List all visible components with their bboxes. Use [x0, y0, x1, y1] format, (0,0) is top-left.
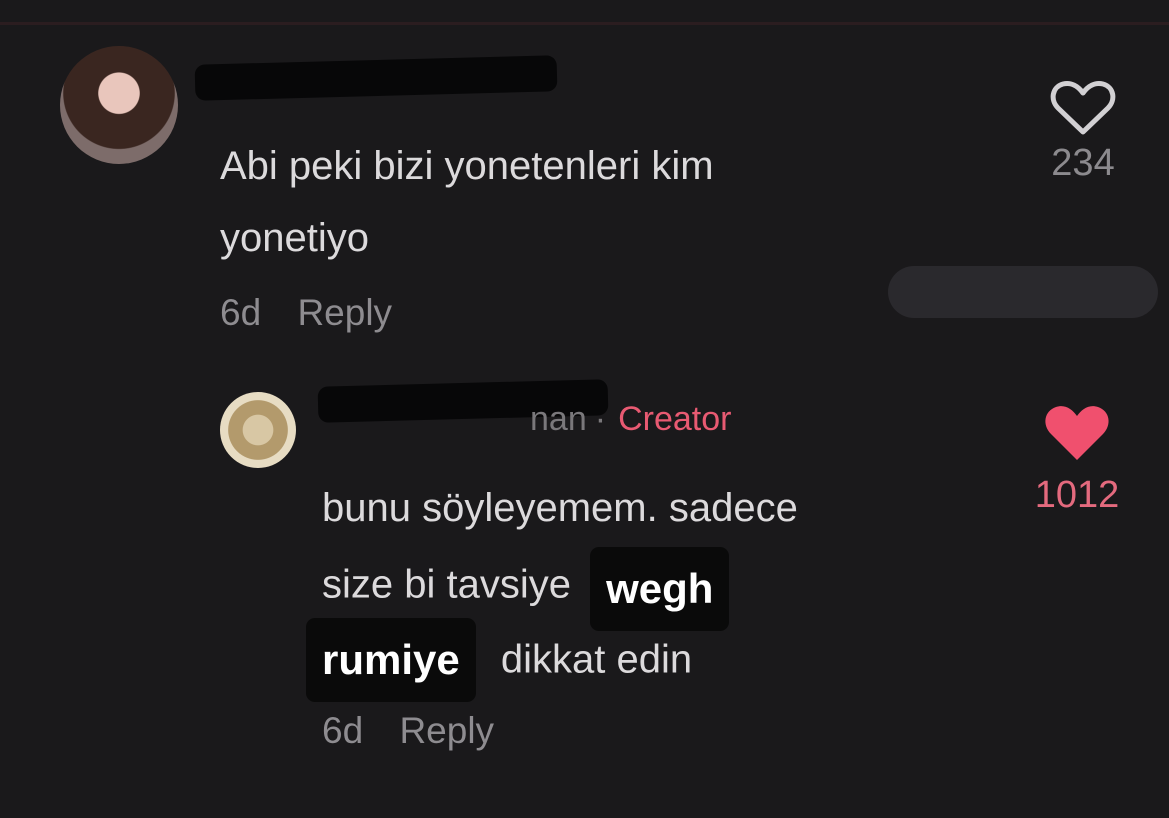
username-visible-part[interactable]: nan [530, 400, 587, 438]
reply-meta: 6d Reply [322, 710, 494, 752]
comment-text-line: yonetiyo [220, 216, 369, 260]
reply-button[interactable]: Reply [297, 292, 392, 333]
commenter-avatar[interactable] [60, 46, 178, 164]
view-replies-pill[interactable] [888, 266, 1158, 318]
reply-text-fragment: size bi tavsiye [322, 562, 571, 607]
like-control[interactable]: 1012 [1022, 402, 1132, 517]
reply-text-line: rumiye dikkat edin [306, 618, 693, 704]
reply-text-line: size bi tavsiye wegh [322, 545, 730, 631]
like-count: 234 [1051, 142, 1115, 184]
comment-text-line: Abi peki bizi yonetenleri kim [220, 144, 714, 188]
reply-button[interactable]: Reply [399, 710, 494, 751]
username-row: nan · Creator [530, 400, 731, 439]
heart-outline-icon[interactable] [1049, 78, 1117, 138]
reply-text-fragment: dikkat edin [500, 637, 693, 682]
separator-dot: · [594, 400, 607, 438]
text-sticker: rumiye [306, 618, 476, 702]
redacted-username [194, 55, 558, 101]
comment-timestamp: 6d [220, 292, 262, 333]
creator-badge: Creator [618, 400, 732, 438]
reply-text-line: bunu söyleyemem. sadece [322, 486, 798, 530]
heart-filled-icon[interactable] [1042, 402, 1112, 464]
comment-meta: 6d Reply [220, 292, 392, 334]
like-control[interactable]: 234 [1028, 78, 1138, 185]
top-divider [0, 22, 1169, 25]
like-count: 1012 [1034, 474, 1120, 516]
reply-timestamp: 6d [322, 710, 364, 751]
creator-avatar[interactable] [220, 392, 296, 468]
text-sticker: wegh [590, 547, 730, 631]
